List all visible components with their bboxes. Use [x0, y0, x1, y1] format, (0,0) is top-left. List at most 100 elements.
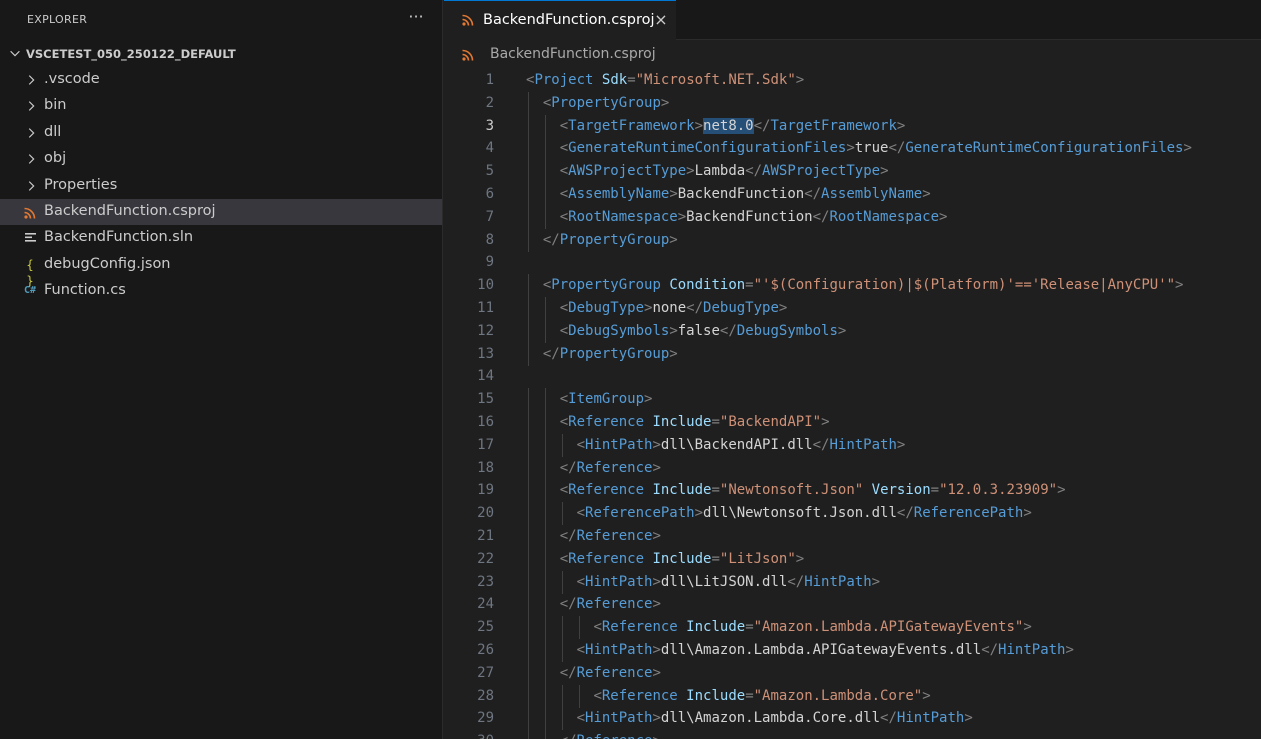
- code-line[interactable]: 22 <Reference Include="LitJson">: [444, 547, 1261, 571]
- code-text[interactable]: <Reference Include="Amazon.Lambda.APIGat…: [593, 616, 1031, 639]
- rss-icon: [24, 207, 36, 219]
- close-icon[interactable]: ×: [652, 11, 670, 29]
- code-text[interactable]: </Reference>: [560, 662, 661, 685]
- code-line[interactable]: 28 <Reference Include="Amazon.Lambda.Core…: [444, 684, 1261, 708]
- tree-item-dll[interactable]: dll: [0, 120, 442, 146]
- code-line[interactable]: 21 </Reference>: [444, 525, 1261, 548]
- code-text[interactable]: </PropertyGroup>: [543, 343, 678, 366]
- tree-item-debugconfig-json[interactable]: { } debugConfig.json: [0, 252, 442, 288]
- code-text[interactable]: <Reference Include="LitJson">: [560, 548, 804, 571]
- code-line[interactable]: 8 </PropertyGroup>: [444, 228, 1261, 252]
- code-line[interactable]: 10 <PropertyGroup Condition="'$(Configura…: [444, 274, 1261, 298]
- code-text[interactable]: </Reference>: [560, 457, 661, 480]
- code-text[interactable]: <HintPath>dll\LitJSON.dll</HintPath>: [577, 571, 880, 594]
- code-text[interactable]: </Reference>: [560, 525, 661, 548]
- code-line[interactable]: 7 <RootNamespace>BackendFunction</RootNam…: [444, 205, 1261, 229]
- code-text[interactable]: <TargetFramework>net8.0</TargetFramework…: [560, 115, 905, 138]
- code-line[interactable]: 26 <HintPath>dll\Amazon.Lambda.APIGateway…: [444, 639, 1261, 662]
- code-text[interactable]: <HintPath>dll\Amazon.Lambda.APIGatewayEv…: [577, 639, 1074, 662]
- explorer-sidebar: EXPLORER ··· VSCETEST_050_250122_DEFAULT…: [0, 0, 443, 739]
- code-text[interactable]: </Reference>: [560, 593, 661, 616]
- line-number: 14: [477, 368, 494, 385]
- indent-guide: [561, 707, 563, 731]
- code-text[interactable]: <AssemblyName>BackendFunction</AssemblyN…: [560, 183, 931, 206]
- code-line[interactable]: 25 <Reference Include="Amazon.Lambda.APIG…: [444, 616, 1261, 640]
- indent-guide: [561, 570, 563, 594]
- code-text[interactable]: <ReferencePath>dll\Newtonsoft.Json.dll</…: [577, 502, 1032, 525]
- code-line[interactable]: 24 </Reference>: [444, 593, 1261, 617]
- tree-item-label: obj: [44, 150, 67, 167]
- code-text[interactable]: <HintPath>dll\BackendAPI.dll</HintPath>: [577, 434, 906, 457]
- more-actions-button[interactable]: ···: [405, 6, 427, 28]
- code-line[interactable]: 6 <AssemblyName>BackendFunction</Assembly…: [444, 183, 1261, 206]
- indent-guide: [544, 547, 546, 571]
- code-text[interactable]: <Reference Include="Amazon.Lambda.Core">: [593, 685, 930, 708]
- lines-icon: [25, 233, 36, 242]
- tree-item-bin[interactable]: bin: [0, 93, 442, 119]
- code-line[interactable]: 14: [444, 365, 1261, 388]
- code-text[interactable]: <GenerateRuntimeConfigurationFiles>true<…: [560, 137, 1192, 160]
- tree-item-backendfunction-sln[interactable]: BackendFunction.sln: [0, 225, 442, 251]
- code-text[interactable]: <PropertyGroup Condition="'$(Configurati…: [543, 274, 1184, 297]
- code-line[interactable]: 1 <Project Sdk="Microsoft.NET.Sdk">: [444, 69, 1261, 92]
- line-number: 24: [477, 596, 494, 613]
- breadcrumb[interactable]: BackendFunction.csproj: [444, 41, 1261, 67]
- code-line[interactable]: 18 </Reference>: [444, 456, 1261, 480]
- line-number: 16: [477, 414, 494, 430]
- code-line[interactable]: 3 <TargetFramework>net8.0</TargetFramewor…: [444, 114, 1261, 138]
- code-text[interactable]: <HintPath>dll\Amazon.Lambda.Core.dll</Hi…: [577, 707, 973, 730]
- code-line[interactable]: 9: [444, 251, 1261, 274]
- code-text[interactable]: <AWSProjectType>Lambda</AWSProjectType>: [560, 160, 889, 183]
- line-number: 23: [477, 573, 494, 590]
- indent-guide: [528, 388, 529, 412]
- indent-guide: [528, 114, 529, 138]
- line-number: 13: [477, 345, 494, 362]
- code-line[interactable]: 20 <ReferencePath>dll\Newtonsoft.Json.dll…: [444, 502, 1261, 526]
- code-line[interactable]: 2 <PropertyGroup>: [444, 91, 1261, 115]
- code-text[interactable]: <Project Sdk="Microsoft.NET.Sdk">: [526, 69, 804, 92]
- code-line[interactable]: 19 <Reference Include="Newtonsoft.Json" V…: [444, 479, 1261, 503]
- indent-guide: [561, 433, 563, 457]
- code-text[interactable]: <RootNamespace>BackendFunction</RootName…: [560, 206, 948, 229]
- code-line[interactable]: 5 <AWSProjectType>Lambda</AWSProjectType>: [444, 160, 1261, 184]
- code-line[interactable]: 16 <Reference Include="BackendAPI">: [444, 411, 1261, 434]
- tab-backendfunction-csproj[interactable]: BackendFunction.csproj ×: [444, 0, 676, 40]
- code-line[interactable]: 27 </Reference>: [444, 661, 1261, 685]
- code-text[interactable]: <Reference Include="BackendAPI">: [560, 411, 830, 434]
- chevron-right-icon: [28, 75, 35, 85]
- code-text[interactable]: </PropertyGroup>: [543, 229, 678, 252]
- code-text[interactable]: </Reference>: [560, 730, 661, 739]
- indent-guide: [544, 319, 546, 343]
- code-text[interactable]: <DebugSymbols>false</DebugSymbols>: [560, 320, 847, 343]
- tree-item-obj[interactable]: obj: [0, 146, 442, 172]
- code-line[interactable]: 15 <ItemGroup>: [444, 388, 1261, 412]
- code-text[interactable]: <ItemGroup>: [560, 388, 653, 411]
- code-text[interactable]: <PropertyGroup>: [543, 92, 669, 115]
- code-line[interactable]: 11 <DebugType>none</DebugType>: [444, 297, 1261, 320]
- code-line[interactable]: 23 <HintPath>dll\LitJSON.dll</HintPath>: [444, 570, 1261, 594]
- code-editor[interactable]: 1 <Project Sdk="Microsoft.NET.Sdk"> 2 <Prop…: [444, 67, 1261, 739]
- code-line[interactable]: 30 </Reference>: [444, 730, 1261, 739]
- tree-item-label: Properties: [44, 176, 118, 193]
- tree-item-backendfunction-csproj[interactable]: BackendFunction.csproj: [0, 199, 442, 225]
- code-line[interactable]: 17 <HintPath>dll\BackendAPI.dll</HintPath…: [444, 433, 1261, 457]
- indent-guide: [528, 570, 529, 594]
- breadcrumb-file[interactable]: BackendFunction.csproj: [490, 46, 656, 62]
- code-line[interactable]: 4 <GenerateRuntimeConfigurationFiles>true…: [444, 137, 1261, 161]
- code-text[interactable]: <Reference Include="Newtonsoft.Json" Ver…: [560, 479, 1066, 502]
- workspace-folder-row[interactable]: VSCETEST_050_250122_DEFAULT: [0, 43, 443, 65]
- tree-item-label: dll: [44, 123, 62, 140]
- chevron-right-icon: [28, 154, 35, 164]
- code-line[interactable]: 13 </PropertyGroup>: [444, 342, 1261, 366]
- line-number: 18: [477, 459, 494, 476]
- indent-guide: [561, 616, 563, 640]
- indent-guide: [528, 479, 529, 503]
- code-line[interactable]: 29 <HintPath>dll\Amazon.Lambda.Core.dll</…: [444, 707, 1261, 731]
- tree-item-properties[interactable]: Properties: [0, 173, 442, 199]
- code-text[interactable]: <DebugType>none</DebugType>: [560, 297, 788, 320]
- indent-guide: [528, 319, 529, 343]
- indent-guide: [528, 547, 529, 571]
- tree-item-function-cs[interactable]: C# Function.cs: [0, 278, 442, 304]
- tree-item-vscode[interactable]: .vscode: [0, 67, 442, 93]
- code-line[interactable]: 12 <DebugSymbols>false</DebugSymbols>: [444, 319, 1261, 343]
